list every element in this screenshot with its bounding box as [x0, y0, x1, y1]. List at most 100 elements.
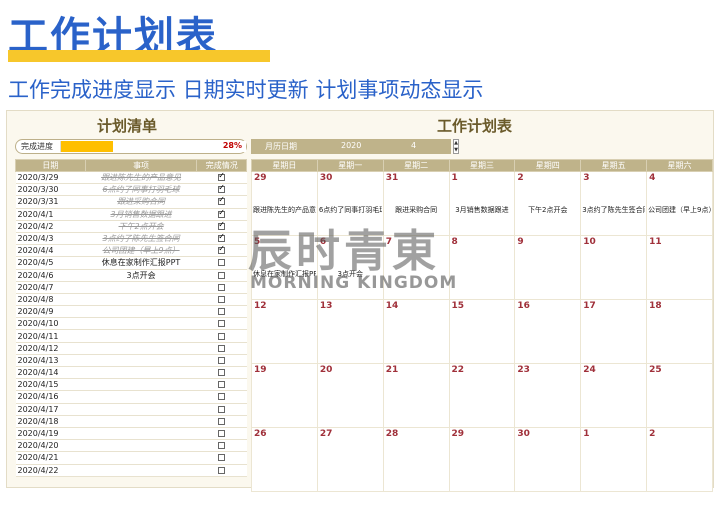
- done-checkbox[interactable]: [218, 232, 226, 243]
- done-checkbox[interactable]: [218, 356, 226, 364]
- calendar-day-cell[interactable]: 17: [580, 299, 648, 364]
- calendar-day-cell[interactable]: 2 下午2点开会: [514, 171, 582, 236]
- weekday-header: 星期一: [316, 159, 384, 172]
- row-item: [85, 464, 197, 477]
- row-date: 2020/4/5: [15, 256, 86, 270]
- done-checkbox[interactable]: [218, 344, 226, 352]
- done-checkbox[interactable]: [218, 196, 226, 206]
- year-value[interactable]: 2020: [341, 141, 361, 150]
- day-number: 24: [583, 365, 596, 375]
- done-checkbox[interactable]: [218, 320, 226, 328]
- calendar-day-cell[interactable]: 15: [448, 299, 516, 364]
- day-number: 4: [649, 173, 656, 183]
- row-date: 2020/4/18: [15, 415, 86, 428]
- row-status: [196, 451, 247, 465]
- row-item: 公司团建（早上9点）: [85, 244, 197, 258]
- row-date: 2020/4/14: [15, 366, 86, 380]
- calendar-day-cell[interactable]: 2: [646, 427, 713, 492]
- row-item: 3点开会: [85, 269, 197, 282]
- row-date: 2020/4/21: [15, 451, 86, 465]
- done-checkbox[interactable]: [218, 417, 226, 425]
- calendar-day-cell[interactable]: 30: [514, 427, 582, 492]
- calendar-week: 19 20 21 22 23 24 25: [251, 363, 713, 428]
- calendar-day-cell[interactable]: 3 3点约了陈先生签合同: [580, 171, 648, 236]
- table-row: 2020/3/29 跟进陈先生的产品意见: [15, 171, 247, 185]
- done-checkbox[interactable]: [218, 369, 226, 377]
- row-item: [85, 305, 197, 319]
- progress-label: 完成进度: [21, 142, 53, 151]
- done-checkbox[interactable]: [218, 466, 226, 474]
- done-checkbox[interactable]: [218, 271, 226, 279]
- spinner-down-icon[interactable]: ▼: [454, 147, 458, 154]
- calendar-day-cell[interactable]: 29: [448, 427, 516, 492]
- day-number: 15: [451, 301, 465, 311]
- done-checkbox[interactable]: [218, 245, 226, 255]
- calendar-day-cell[interactable]: 23: [514, 363, 582, 428]
- done-checkbox[interactable]: [218, 381, 226, 389]
- row-status: [196, 183, 247, 197]
- calendar-day-cell[interactable]: 10: [580, 235, 648, 300]
- day-number: 20: [319, 365, 333, 375]
- done-checkbox[interactable]: [218, 393, 226, 401]
- table-row: 2020/4/12: [15, 342, 247, 355]
- day-event: 跟进陈先生的产品意见: [253, 206, 316, 214]
- row-date: 2020/3/31: [15, 195, 86, 209]
- calendar-day-cell[interactable]: 25: [646, 363, 713, 428]
- calendar-day-cell[interactable]: 24: [580, 363, 648, 428]
- done-checkbox[interactable]: [218, 220, 226, 230]
- table-row: 2020/3/31 跟进采购合同: [15, 195, 247, 209]
- done-checkbox[interactable]: [218, 332, 226, 340]
- calendar-day-cell[interactable]: 13: [316, 299, 384, 364]
- calendar-day-cell[interactable]: 19: [251, 363, 318, 428]
- watermark-subtext: MORNING KINGDOM: [250, 273, 458, 293]
- progress-track: [60, 141, 246, 152]
- row-status: [196, 403, 247, 416]
- day-number: 17: [583, 301, 596, 311]
- month-spinner[interactable]: ▲ ▼: [453, 139, 459, 154]
- row-status: [196, 256, 247, 270]
- row-status: [196, 439, 247, 453]
- calendar-grid: 星期日星期一星期二星期三星期四星期五星期六 29跟进陈先生的产品意见306点约了…: [251, 159, 713, 492]
- calendar-day-cell[interactable]: 14: [382, 299, 450, 364]
- spinner-up-icon[interactable]: ▲: [454, 140, 458, 147]
- calendar-day-cell[interactable]: 20: [316, 363, 384, 428]
- done-checkbox[interactable]: [218, 172, 226, 182]
- task-table: 日期 事项 完成情况 2020/3/29跟进陈先生的产品意见2020/3/306…: [15, 159, 247, 477]
- done-checkbox[interactable]: [218, 208, 226, 218]
- done-checkbox[interactable]: [218, 295, 226, 303]
- done-checkbox[interactable]: [218, 442, 226, 450]
- month-label: 月历日期: [265, 142, 297, 151]
- day-number: 26: [254, 429, 267, 439]
- calendar-day-cell[interactable]: 26: [251, 427, 318, 492]
- calendar-day-cell[interactable]: 28: [382, 427, 450, 492]
- done-checkbox[interactable]: [218, 430, 226, 438]
- done-checkbox[interactable]: [218, 405, 226, 413]
- row-date: 2020/4/20: [15, 439, 86, 453]
- day-number: 19: [254, 365, 267, 375]
- calendar-day-cell[interactable]: 12: [251, 299, 318, 364]
- done-checkbox[interactable]: [218, 454, 226, 462]
- calendar-day-cell[interactable]: 21: [382, 363, 450, 428]
- row-item: 3月销售数据跟进: [85, 208, 197, 221]
- month-value[interactable]: 4: [411, 141, 416, 150]
- calendar-day-cell[interactable]: 27: [316, 427, 384, 492]
- calendar-day-cell[interactable]: 1: [580, 427, 648, 492]
- table-row: 2020/4/11: [15, 329, 247, 343]
- calendar-day-cell[interactable]: 22: [448, 363, 516, 428]
- row-item: [85, 378, 197, 392]
- column-header-item: 事项: [84, 159, 198, 172]
- calendar-day-cell[interactable]: 11: [646, 235, 713, 300]
- row-date: 2020/4/8: [15, 293, 86, 307]
- day-number: 27: [319, 429, 333, 439]
- calendar-day-cell[interactable]: 9: [514, 235, 582, 300]
- calendar-week: 26 27 28 29 30 1 2: [251, 427, 713, 492]
- done-checkbox[interactable]: [218, 259, 226, 267]
- calendar-day-cell[interactable]: 16: [514, 299, 582, 364]
- done-checkbox[interactable]: [218, 283, 226, 291]
- table-row: 2020/4/17: [15, 403, 247, 416]
- row-date: 2020/4/15: [15, 378, 86, 392]
- calendar-day-cell[interactable]: 18: [646, 299, 713, 364]
- calendar-day-cell[interactable]: 4 公司团建（早上9点）: [646, 171, 713, 236]
- done-checkbox[interactable]: [218, 308, 226, 316]
- done-checkbox[interactable]: [218, 184, 226, 194]
